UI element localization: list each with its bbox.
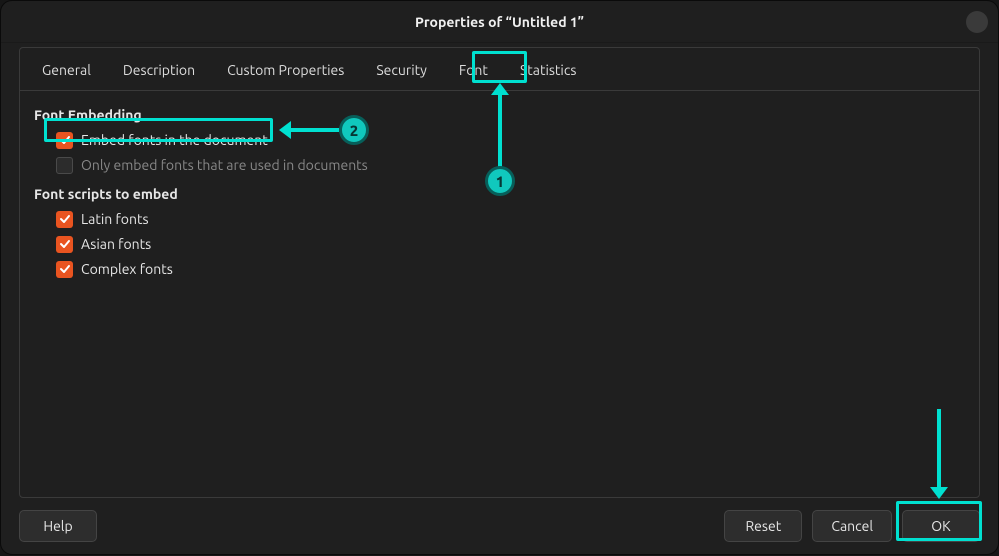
tab-content: Font Embedding Embed fonts in the docume…: [20, 91, 979, 295]
option-label: Latin fonts: [81, 211, 149, 227]
option-latin-fonts[interactable]: Latin fonts: [56, 208, 965, 230]
tab-label: General: [42, 62, 91, 78]
option-label: Only embed fonts that are used in docume…: [81, 157, 368, 173]
titlebar: Properties of “Untitled 1”: [1, 1, 998, 43]
button-label: OK: [931, 518, 950, 534]
tab-font[interactable]: Font: [443, 52, 504, 90]
checkbox-checked-icon[interactable]: [56, 261, 73, 278]
window-title: Properties of “Untitled 1”: [415, 14, 584, 30]
close-button[interactable]: [966, 11, 988, 33]
reset-button[interactable]: Reset: [724, 510, 802, 542]
checkbox-unchecked-icon: [56, 157, 73, 174]
tab-label: Description: [123, 62, 195, 78]
option-only-embed-used: Only embed fonts that are used in docume…: [56, 154, 965, 176]
section-font-scripts-title: Font scripts to embed: [34, 186, 965, 202]
ok-button[interactable]: OK: [902, 510, 980, 542]
cancel-button[interactable]: Cancel: [812, 510, 892, 542]
button-row: Help Reset Cancel OK: [19, 510, 980, 542]
button-label: Reset: [745, 518, 781, 534]
help-button[interactable]: Help: [19, 510, 97, 542]
tab-custom-properties[interactable]: Custom Properties: [211, 52, 360, 90]
button-label: Cancel: [831, 518, 873, 534]
checkbox-checked-icon[interactable]: [56, 211, 73, 228]
option-label: Complex fonts: [81, 261, 173, 277]
checkbox-checked-icon[interactable]: [56, 132, 73, 149]
tab-label: Custom Properties: [227, 62, 344, 78]
option-complex-fonts[interactable]: Complex fonts: [56, 258, 965, 280]
dialog-window: Properties of “Untitled 1” General Descr…: [0, 0, 999, 555]
tab-label: Font: [459, 62, 488, 78]
button-label: Help: [43, 518, 72, 534]
checkbox-checked-icon[interactable]: [56, 236, 73, 253]
tab-security[interactable]: Security: [360, 52, 443, 90]
tab-label: Statistics: [520, 62, 576, 78]
tab-general[interactable]: General: [26, 52, 107, 90]
option-label: Asian fonts: [81, 236, 151, 252]
tab-strip: General Description Custom Properties Se…: [20, 48, 979, 91]
option-embed-fonts[interactable]: Embed fonts in the document: [56, 129, 965, 151]
tab-statistics[interactable]: Statistics: [504, 52, 592, 90]
option-label: Embed fonts in the document: [81, 132, 268, 148]
section-font-embedding-title: Font Embedding: [34, 107, 965, 123]
tab-description[interactable]: Description: [107, 52, 211, 90]
tab-label: Security: [376, 62, 427, 78]
option-asian-fonts[interactable]: Asian fonts: [56, 233, 965, 255]
dialog-body: General Description Custom Properties Se…: [19, 47, 980, 498]
